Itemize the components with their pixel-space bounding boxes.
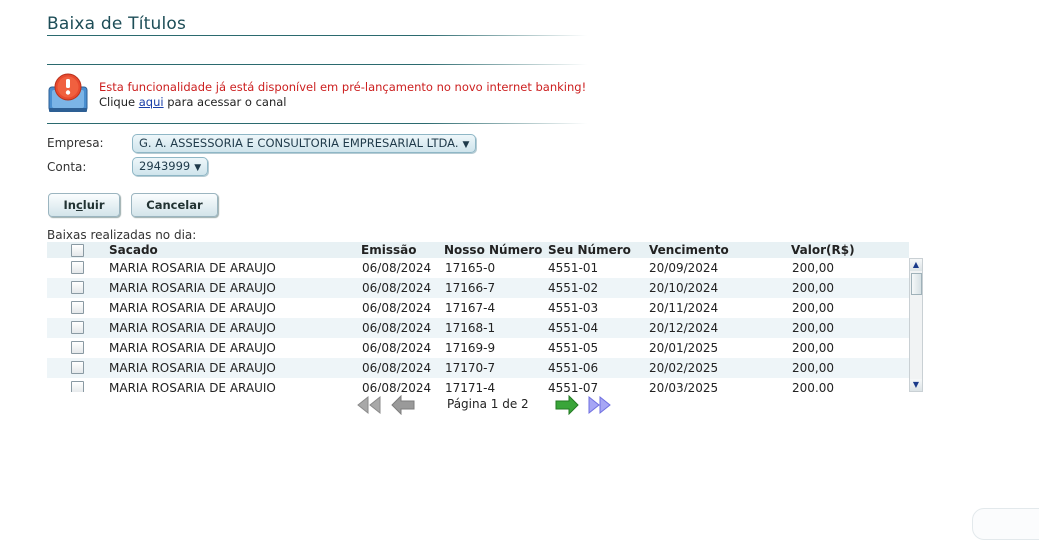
column-header-emissao: Emissão — [361, 243, 417, 257]
table-header: Sacado Emissão Nosso Número Seu Número V… — [47, 242, 909, 258]
conta-select[interactable]: 2943999 ▼ — [132, 157, 209, 176]
cell-nosso-numero: 17169-9 — [445, 341, 496, 355]
cell-sacado: MARIA ROSARIA DE ARAUJO — [109, 361, 276, 375]
cell-valor: 200,00 — [792, 341, 834, 355]
table-scrollbar[interactable]: ▲ ▼ — [909, 258, 923, 392]
cell-valor: 200,00 — [792, 361, 834, 375]
cell-nosso-numero: 17168-1 — [445, 321, 496, 335]
floating-widget[interactable] — [972, 508, 1039, 540]
cell-emissao: 06/08/2024 — [362, 261, 432, 275]
incluir-label-start: In — [63, 198, 76, 212]
incluir-label-accel: c — [75, 198, 83, 212]
cell-vencimento: 20/12/2024 — [649, 321, 719, 335]
column-header-nosso-numero: Nosso Número — [444, 243, 543, 257]
conta-select-value: 2943999 — [139, 159, 191, 173]
cell-valor: 200,00 — [792, 281, 834, 295]
title-divider — [47, 35, 587, 36]
cell-emissao: 06/08/2024 — [362, 341, 432, 355]
row-checkbox[interactable] — [71, 321, 84, 334]
cell-sacado: MARIA ROSARIA DE ARAUJO — [109, 281, 276, 295]
page-indicator: Página 1 de 2 — [447, 397, 529, 411]
cell-emissao: 06/08/2024 — [362, 281, 432, 295]
table-row[interactable]: MARIA ROSARIA DE ARAUJO 06/08/2024 17169-9… — [47, 338, 909, 358]
notice-message: Esta funcionalidade já está disponível e… — [99, 80, 587, 94]
cell-seu-numero: 4551-07 — [548, 381, 599, 392]
double-right-arrow-icon[interactable] — [587, 395, 613, 415]
cell-vencimento: 20/01/2025 — [649, 341, 719, 355]
cell-sacado: MARIA ROSARIA DE ARAUJO — [109, 341, 276, 355]
cell-vencimento: 20/11/2024 — [649, 301, 719, 315]
notice-link-suffix: para acessar o canal — [163, 95, 287, 109]
cell-emissao: 06/08/2024 — [362, 301, 432, 315]
row-checkbox[interactable] — [71, 281, 84, 294]
cell-valor: 200,00 — [792, 321, 834, 335]
notice-top-divider — [47, 64, 587, 65]
cell-seu-numero: 4551-01 — [548, 261, 599, 275]
column-header-seu-numero: Seu Número — [548, 243, 631, 257]
new-banking-link[interactable]: aqui — [139, 95, 164, 109]
empresa-label: Empresa: — [47, 136, 104, 150]
cell-vencimento: 20/02/2025 — [649, 361, 719, 375]
row-checkbox[interactable] — [71, 301, 84, 314]
cell-emissao: 06/08/2024 — [362, 381, 432, 392]
cell-seu-numero: 4551-06 — [548, 361, 599, 375]
notice-link-line: Clique aqui para acessar o canal — [99, 95, 286, 109]
cell-emissao: 06/08/2024 — [362, 321, 432, 335]
cell-vencimento: 20/10/2024 — [649, 281, 719, 295]
column-header-valor: Valor(R$) — [791, 243, 855, 257]
cell-vencimento: 20/03/2025 — [649, 381, 719, 392]
conta-label: Conta: — [47, 160, 87, 174]
select-all-checkbox[interactable] — [71, 244, 84, 257]
table-row[interactable]: MARIA ROSARIA DE ARAUJO 06/08/2024 17165-0… — [47, 258, 909, 278]
column-header-sacado: Sacado — [109, 243, 158, 257]
table-row[interactable]: MARIA ROSARIA DE ARAUJO 06/08/2024 17166-7… — [47, 278, 909, 298]
scroll-down-arrow-icon[interactable]: ▼ — [910, 379, 922, 391]
cell-seu-numero: 4551-05 — [548, 341, 599, 355]
notice-bottom-divider — [47, 123, 587, 124]
cell-valor: 200,00 — [792, 301, 834, 315]
table-row[interactable]: MARIA ROSARIA DE ARAUJO 06/08/2024 17168-1… — [47, 318, 909, 338]
cell-valor: 200,00 — [792, 381, 834, 392]
cell-sacado: MARIA ROSARIA DE ARAUJO — [109, 321, 276, 335]
cell-nosso-numero: 17166-7 — [445, 281, 496, 295]
cell-nosso-numero: 17171-4 — [445, 381, 496, 392]
cell-seu-numero: 4551-04 — [548, 321, 599, 335]
cell-seu-numero: 4551-03 — [548, 301, 599, 315]
cell-sacado: MARIA ROSARIA DE ARAUJO — [109, 301, 276, 315]
cell-valor: 200,00 — [792, 261, 834, 275]
chevron-down-icon: ▼ — [462, 140, 470, 150]
row-checkbox[interactable] — [71, 381, 84, 392]
cell-nosso-numero: 17170-7 — [445, 361, 496, 375]
right-arrow-icon[interactable] — [554, 394, 580, 416]
cell-sacado: MARIA ROSARIA DE ARAUJO — [109, 381, 276, 392]
table-row[interactable]: MARIA ROSARIA DE ARAUJO 06/08/2024 17170-7… — [47, 358, 909, 378]
row-checkbox[interactable] — [71, 341, 84, 354]
table-row[interactable]: MARIA ROSARIA DE ARAUJO 06/08/2024 17167-4… — [47, 298, 909, 318]
scroll-up-arrow-icon[interactable]: ▲ — [910, 259, 922, 271]
cell-vencimento: 20/09/2024 — [649, 261, 719, 275]
scrollbar-thumb[interactable] — [911, 273, 922, 295]
column-header-vencimento: Vencimento — [649, 243, 729, 257]
cell-emissao: 06/08/2024 — [362, 361, 432, 375]
exclamation-warning-icon — [47, 72, 89, 114]
empresa-select-value: G. A. ASSESSORIA E CONSULTORIA EMPRESARI… — [139, 136, 459, 150]
cell-sacado: MARIA ROSARIA DE ARAUJO — [109, 261, 276, 275]
empresa-select[interactable]: G. A. ASSESSORIA E CONSULTORIA EMPRESARI… — [132, 134, 477, 153]
baixas-table: Sacado Emissão Nosso Número Seu Número V… — [47, 242, 909, 392]
notice-link-prefix: Clique — [99, 95, 139, 109]
row-checkbox[interactable] — [71, 361, 84, 374]
incluir-label-end: luir — [82, 198, 105, 212]
table-row[interactable]: MARIA ROSARIA DE ARAUJO 06/08/2024 17171-4… — [47, 378, 909, 392]
double-left-arrow-icon — [356, 395, 382, 415]
left-arrow-icon — [390, 394, 416, 416]
cancelar-button[interactable]: Cancelar — [131, 193, 218, 217]
cell-nosso-numero: 17165-0 — [445, 261, 496, 275]
cell-seu-numero: 4551-02 — [548, 281, 599, 295]
row-checkbox[interactable] — [71, 261, 84, 274]
table-caption: Baixas realizadas no dia: — [47, 228, 197, 242]
page-title: Baixa de Títulos — [47, 14, 187, 34]
chevron-down-icon: ▼ — [194, 163, 202, 173]
incluir-button[interactable]: Incluir — [48, 193, 120, 217]
cell-nosso-numero: 17167-4 — [445, 301, 496, 315]
